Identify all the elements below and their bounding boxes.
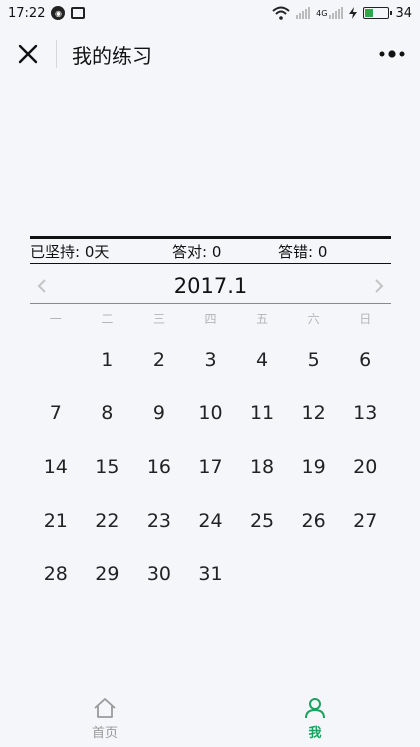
calendar-day[interactable]: 31 [185, 547, 237, 601]
calendar-day[interactable]: 7 [30, 387, 82, 441]
weekday-header: 一二三四五六日 [30, 310, 391, 328]
calendar-day[interactable]: 8 [82, 387, 134, 441]
month-label: 2017.1 [173, 273, 248, 298]
calendar-day[interactable]: 1 [82, 333, 134, 387]
correct-count: 答对: 0 [172, 242, 222, 261]
calendar-day[interactable]: 9 [133, 387, 185, 441]
wifi-icon [272, 6, 290, 20]
next-month-button[interactable] [367, 271, 391, 301]
home-icon [94, 697, 116, 718]
battery-icon [363, 7, 393, 19]
calendar-day[interactable]: 29 [82, 547, 134, 601]
weekday-label: 四 [204, 312, 217, 326]
calendar-day[interactable]: 25 [236, 494, 288, 548]
status-left: 17:22 ◉ [8, 5, 86, 21]
calendar-day[interactable]: 21 [30, 494, 82, 548]
calendar-blank-cell [30, 333, 82, 387]
stats-summary: 已坚持: 0天 答对: 0 答错: 0 [30, 236, 391, 264]
calendar-day[interactable]: 14 [30, 440, 82, 494]
calendar-day[interactable]: 20 [339, 440, 391, 494]
notification-icon: ◉ [51, 6, 66, 20]
close-button[interactable] [0, 26, 56, 82]
stats-bottom-rule [30, 263, 391, 264]
prev-month-button[interactable] [30, 271, 54, 301]
calendar-day[interactable]: 12 [288, 387, 340, 441]
calendar-day[interactable]: 3 [185, 333, 237, 387]
weekday-label: 一 [49, 312, 62, 326]
calendar-day[interactable]: 6 [339, 333, 391, 387]
nav-bar: 我的练习 [0, 26, 420, 82]
calendar-day[interactable]: 15 [82, 440, 134, 494]
battery-fill [365, 9, 373, 17]
calendar-day[interactable]: 23 [133, 494, 185, 548]
calendar-day[interactable]: 18 [236, 440, 288, 494]
calendar-day[interactable]: 27 [339, 494, 391, 548]
weekday-label: 五 [256, 312, 269, 326]
calendar-day[interactable]: 24 [185, 494, 237, 548]
calendar-day[interactable]: 4 [236, 333, 288, 387]
calendar-day[interactable]: 11 [236, 387, 288, 441]
calendar-day[interactable]: 26 [288, 494, 340, 548]
calendar-day[interactable]: 19 [288, 440, 340, 494]
page-title: 我的练习 [72, 43, 152, 68]
streak-days: 已坚持: 0天 [30, 242, 110, 261]
calendar-day[interactable]: 13 [339, 387, 391, 441]
weekday-label: 日 [359, 312, 372, 326]
user-icon [305, 697, 325, 718]
calendar-day[interactable]: 30 [133, 547, 185, 601]
tab-home-label: 首页 [91, 725, 118, 741]
calendar-day[interactable]: 5 [288, 333, 340, 387]
more-icon [379, 50, 405, 58]
weekday-label: 六 [307, 312, 320, 326]
status-right: 4G 34 [272, 6, 412, 21]
calendar-grid: 1 2 3 4 5 6 7 8 9 10 11 12 13 14 15 16 17 18 19 20 21 22 23 24 2… [30, 333, 391, 601]
tab-me[interactable]: 我 [210, 690, 420, 747]
status-bar: 17:22 ◉ 4G 34 [0, 0, 420, 26]
chevron-left-icon [37, 278, 46, 293]
tab-bar: 首页 我 [0, 690, 420, 747]
nav-divider [56, 40, 57, 68]
more-button[interactable] [364, 26, 420, 82]
tab-me-label: 我 [308, 725, 322, 741]
close-icon [18, 44, 38, 64]
weekday-label: 三 [152, 312, 165, 326]
stats-row: 已坚持: 0天 答对: 0 答错: 0 [30, 239, 391, 263]
battery-percent: 34 [395, 5, 412, 21]
calendar-day[interactable]: 17 [185, 440, 237, 494]
signal-icon [296, 7, 311, 19]
chevron-right-icon [375, 278, 384, 293]
image-notification-icon [71, 7, 86, 19]
wrong-count: 答错: 0 [278, 242, 328, 261]
signal-icon-2 [329, 7, 344, 19]
charging-icon [349, 7, 358, 19]
calendar-day[interactable]: 10 [185, 387, 237, 441]
tab-home[interactable]: 首页 [0, 690, 210, 747]
calendar-day[interactable]: 16 [133, 440, 185, 494]
status-time: 17:22 [8, 5, 46, 21]
calendar-day[interactable]: 28 [30, 547, 82, 601]
calendar-day[interactable]: 2 [133, 333, 185, 387]
month-header: 2017.1 [30, 268, 391, 304]
network-type: 4G [316, 8, 328, 18]
weekday-label: 二 [101, 312, 114, 326]
calendar-day[interactable]: 22 [82, 494, 134, 548]
